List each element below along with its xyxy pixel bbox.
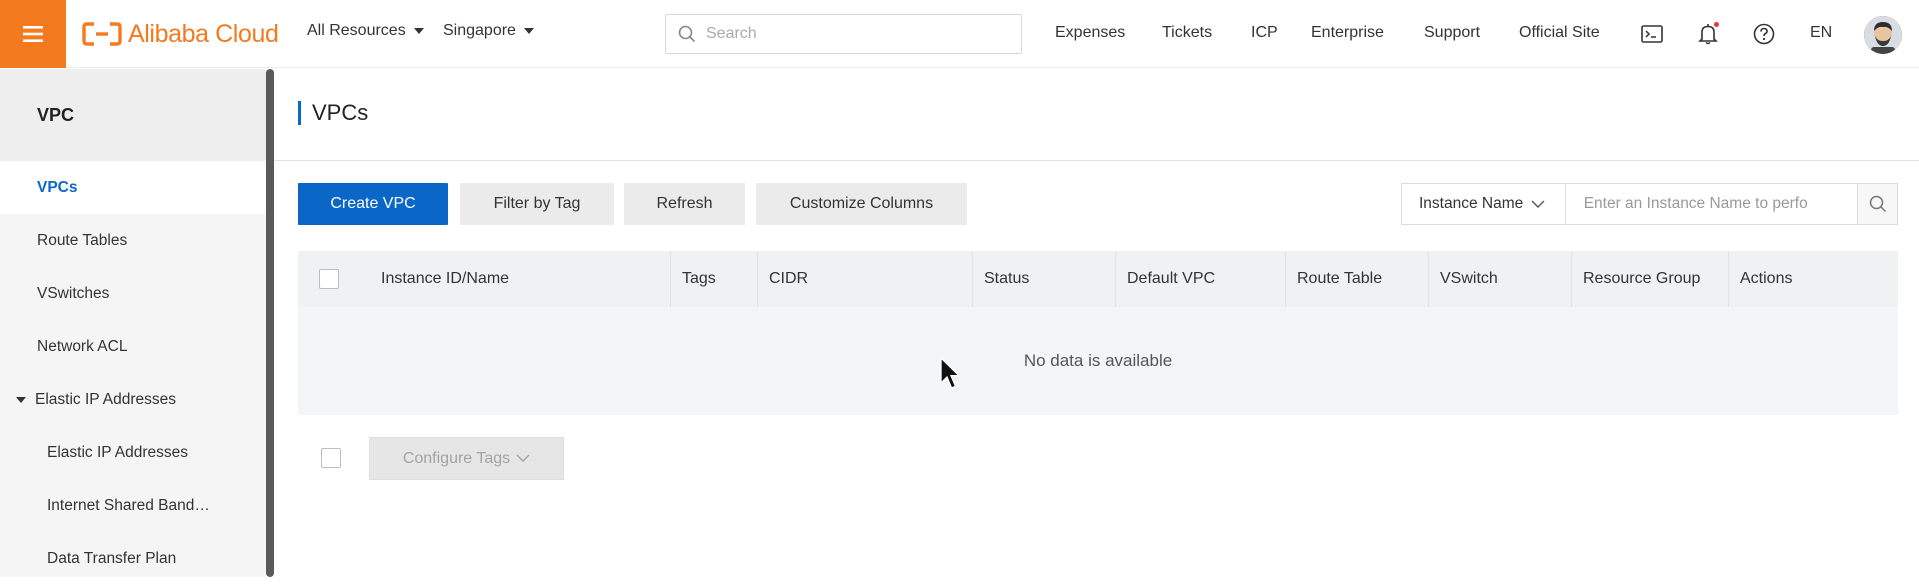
- sidebar-item-route-tables[interactable]: Route Tables: [0, 214, 266, 267]
- table-header: Instance ID/Name Tags CIDR Status Defaul…: [298, 251, 1898, 307]
- column-actions: Actions: [1728, 251, 1898, 307]
- sidebar: VPC VPCs Route Tables VSwitches Network …: [0, 69, 266, 577]
- global-search[interactable]: [665, 14, 1022, 54]
- column-cidr: CIDR: [757, 251, 972, 307]
- sidebar-scrollbar[interactable]: [266, 69, 274, 577]
- menu-icon[interactable]: [0, 0, 66, 68]
- vpc-table: Instance ID/Name Tags CIDR Status Defaul…: [298, 251, 1898, 415]
- nav-tickets[interactable]: Tickets: [1162, 24, 1212, 42]
- notification-dot: [1714, 22, 1719, 27]
- caret-down-icon: [413, 28, 424, 34]
- alibaba-cloud-logo[interactable]: Alibaba Cloud: [82, 18, 279, 50]
- select-all-checkbox[interactable]: [319, 269, 339, 289]
- page-title: VPCs: [298, 101, 368, 125]
- bulk-select-checkbox[interactable]: [321, 448, 341, 468]
- nav-icp[interactable]: ICP: [1251, 24, 1278, 42]
- instance-filter: Instance Name: [1401, 183, 1898, 225]
- caret-down-icon: [523, 28, 534, 34]
- all-resources-dropdown[interactable]: All Resources: [307, 22, 424, 40]
- filter-by-tag-button[interactable]: Filter by Tag: [460, 183, 614, 225]
- filter-input[interactable]: [1565, 184, 1858, 224]
- sidebar-item-internet-shared-bandwidth[interactable]: Internet Shared Band…: [0, 479, 266, 532]
- column-route-table: Route Table: [1285, 251, 1428, 307]
- help-icon[interactable]: [1752, 22, 1776, 46]
- chevron-down-icon: [516, 454, 530, 462]
- page-header: VPCs: [274, 69, 1919, 161]
- sidebar-item-data-transfer-plan[interactable]: Data Transfer Plan: [0, 532, 266, 585]
- sidebar-group-elastic-ip[interactable]: Elastic IP Addresses: [0, 373, 266, 426]
- refresh-button[interactable]: Refresh: [624, 183, 745, 225]
- column-vswitch: VSwitch: [1428, 251, 1571, 307]
- sidebar-group-label: Elastic IP Addresses: [35, 390, 177, 408]
- bell-icon[interactable]: [1696, 22, 1720, 46]
- select-all-cell: [298, 251, 370, 307]
- filter-field-label: Instance Name: [1419, 195, 1524, 212]
- column-status: Status: [972, 251, 1115, 307]
- alibaba-logo-icon: [82, 22, 122, 46]
- caret-down-icon: [16, 396, 26, 403]
- mouse-cursor-icon: [940, 357, 961, 389]
- empty-state-text: No data is available: [1023, 351, 1173, 370]
- language-switch[interactable]: EN: [1810, 24, 1832, 42]
- top-bar: Alibaba Cloud All Resources Singapore Ex…: [0, 0, 1919, 68]
- customize-columns-button[interactable]: Customize Columns: [756, 183, 967, 225]
- search-input[interactable]: [706, 25, 996, 43]
- region-label: Singapore: [443, 22, 516, 39]
- column-instance-id-name: Instance ID/Name: [381, 270, 510, 287]
- nav-enterprise[interactable]: Enterprise: [1311, 24, 1384, 42]
- sidebar-item-vswitches[interactable]: VSwitches: [0, 267, 266, 320]
- logo-text: Alibaba Cloud: [128, 19, 279, 48]
- configure-tags-button[interactable]: Configure Tags: [369, 437, 564, 480]
- avatar[interactable]: [1864, 16, 1902, 54]
- search-icon[interactable]: [1857, 184, 1898, 224]
- search-icon: [678, 25, 696, 43]
- nav-official-site[interactable]: Official Site: [1519, 24, 1600, 42]
- region-dropdown[interactable]: Singapore: [443, 22, 534, 40]
- nav-support[interactable]: Support: [1424, 24, 1480, 42]
- create-vpc-button[interactable]: Create VPC: [298, 183, 448, 225]
- sidebar-title: VPC: [0, 69, 266, 161]
- sidebar-item-network-acl[interactable]: Network ACL: [0, 320, 266, 373]
- terminal-icon[interactable]: [1640, 22, 1664, 46]
- filter-field-select[interactable]: Instance Name: [1402, 184, 1566, 224]
- sidebar-item-elastic-ip-addresses[interactable]: Elastic IP Addresses: [0, 426, 266, 479]
- sidebar-item-vpcs[interactable]: VPCs: [0, 161, 266, 214]
- configure-tags-label: Configure Tags: [402, 449, 511, 467]
- column-resource-group: Resource Group: [1571, 251, 1728, 307]
- chevron-down-icon: [1531, 200, 1545, 208]
- column-tags: Tags: [670, 251, 757, 307]
- nav-expenses[interactable]: Expenses: [1055, 24, 1125, 42]
- column-default-vpc: Default VPC: [1115, 251, 1285, 307]
- all-resources-label: All Resources: [307, 22, 406, 39]
